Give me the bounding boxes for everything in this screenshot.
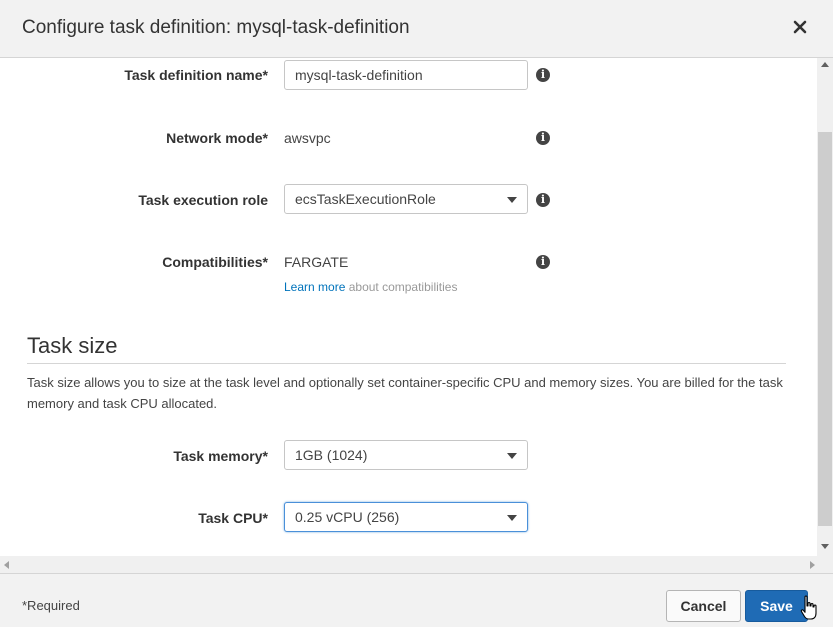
dialog-footer: *Required Cancel Save (0, 573, 833, 627)
task-execution-role-value: ecsTaskExecutionRole (295, 191, 436, 207)
compatibilities-value: FARGATE (284, 254, 349, 270)
scroll-up-arrow-icon[interactable] (821, 62, 829, 67)
task-execution-role-label: Task execution role (138, 192, 268, 208)
chevron-down-icon (507, 197, 517, 203)
task-memory-value: 1GB (1024) (295, 447, 368, 463)
task-definition-name-input[interactable]: mysql-task-definition (284, 60, 528, 90)
info-icon[interactable]: i (536, 131, 550, 145)
network-mode-value: awsvpc (284, 130, 331, 146)
task-cpu-label: Task CPU* (198, 510, 268, 526)
cancel-button[interactable]: Cancel (666, 590, 741, 622)
task-memory-label: Task memory* (173, 448, 268, 464)
close-icon[interactable] (793, 20, 807, 34)
scroll-down-arrow-icon[interactable] (821, 544, 829, 549)
task-definition-name-value: mysql-task-definition (295, 67, 423, 83)
chevron-down-icon (507, 515, 517, 521)
dialog-header: Configure task definition: mysql-task-de… (0, 0, 833, 58)
horizontal-scrollbar[interactable] (0, 556, 833, 573)
task-size-description: Task size allows you to size at the task… (27, 375, 783, 411)
scroll-left-arrow-icon[interactable] (4, 561, 9, 569)
section-divider (27, 363, 786, 364)
dialog-title: Configure task definition: mysql-task-de… (22, 17, 410, 38)
learn-more-rest: about compatibilities (348, 280, 458, 294)
task-definition-name-label: Task definition name* (124, 67, 268, 83)
task-cpu-select[interactable]: 0.25 vCPU (256) (284, 502, 528, 532)
network-mode-label: Network mode* (166, 130, 268, 146)
task-size-heading: Task size (27, 333, 118, 358)
hand-cursor-icon (800, 595, 817, 620)
task-execution-role-select[interactable]: ecsTaskExecutionRole (284, 184, 528, 214)
compatibilities-label: Compatibilities* (162, 254, 268, 270)
task-memory-select[interactable]: 1GB (1024) (284, 440, 528, 470)
chevron-down-icon (507, 453, 517, 459)
learn-more-text: Learn more about compatibilities (284, 280, 457, 294)
scroll-right-arrow-icon[interactable] (810, 561, 815, 569)
required-note: *Required (22, 598, 80, 613)
task-cpu-value: 0.25 vCPU (256) (295, 509, 400, 525)
info-icon[interactable]: i (536, 68, 550, 82)
info-icon[interactable]: i (536, 193, 550, 207)
info-icon[interactable]: i (536, 255, 550, 269)
dialog-body[interactable]: Task definition name* mysql-task-definit… (0, 58, 817, 556)
vertical-scrollbar-thumb[interactable] (818, 132, 832, 526)
learn-more-link[interactable]: Learn more (284, 280, 345, 294)
